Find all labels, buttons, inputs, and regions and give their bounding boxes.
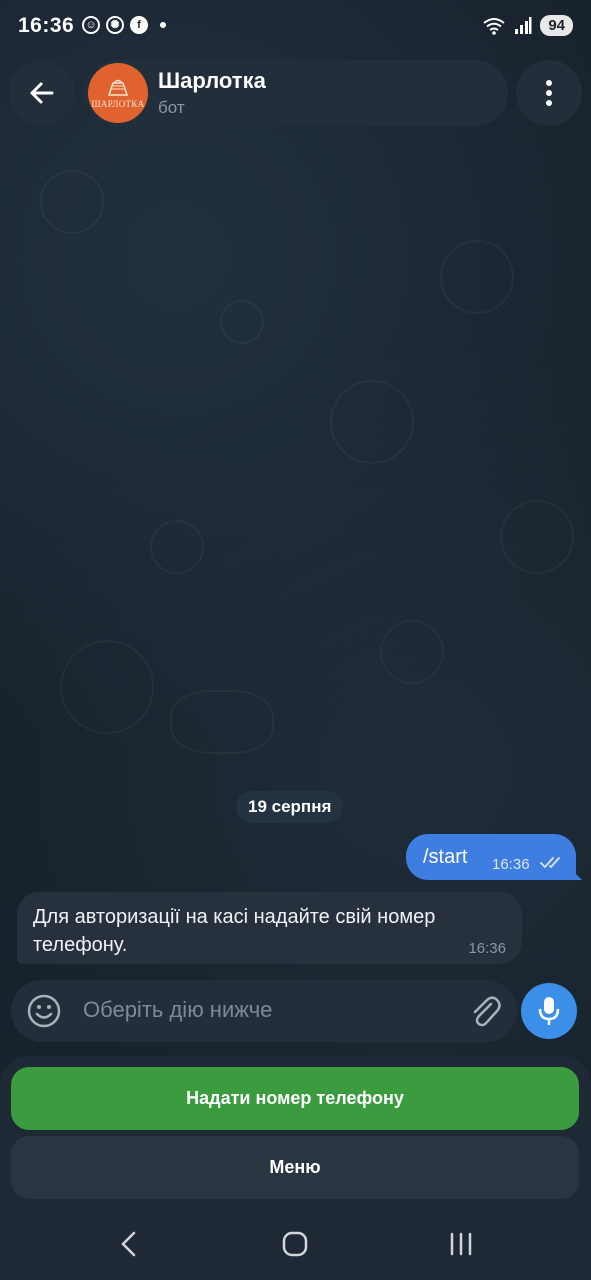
avatar-logo-text: ШАРЛОТКА — [91, 99, 145, 109]
battery-indicator: 94 — [540, 15, 573, 36]
signal-icon — [515, 16, 532, 34]
emoji-icon[interactable] — [27, 994, 61, 1028]
message-time: 16:36 — [468, 940, 506, 957]
message-input-bar[interactable]: Оберіть дію нижче — [11, 980, 517, 1042]
back-button[interactable] — [9, 60, 75, 126]
incoming-message[interactable]: Для авторизації на касі надайте свій ном… — [17, 892, 522, 964]
menu-button[interactable]: Меню — [11, 1136, 579, 1199]
more-vertical-icon — [546, 80, 552, 106]
date-separator: 19 серпня — [236, 791, 344, 823]
nav-home-icon[interactable] — [282, 1230, 308, 1258]
cake-logo-icon — [107, 79, 129, 96]
system-navigation-bar — [0, 1210, 591, 1280]
status-time: 16:36 — [18, 14, 75, 37]
facebook-icon: f — [130, 16, 148, 34]
double-check-icon — [540, 857, 560, 869]
microphone-icon — [538, 997, 560, 1025]
notification-icons: ☺ ✺ f — [82, 16, 166, 34]
voice-message-button[interactable] — [521, 983, 577, 1039]
message-time: 16:36 — [492, 856, 530, 873]
message-input[interactable]: Оберіть дію нижче — [83, 997, 272, 1023]
chat-subtitle: бот — [158, 98, 185, 117]
more-notifications-icon — [160, 22, 166, 28]
chat-title: Шарлотка — [158, 68, 266, 93]
arrow-left-icon — [30, 82, 54, 104]
message-text[interactable]: Для авторизації на касі надайте свій ном… — [33, 903, 513, 959]
chatgpt-icon: ✺ — [106, 16, 124, 34]
nav-recents-icon[interactable] — [448, 1230, 474, 1258]
paperclip-icon[interactable] — [469, 994, 501, 1028]
wifi-icon — [483, 17, 505, 35]
bot-avatar[interactable]: ШАРЛОТКА — [88, 63, 148, 123]
emoji-app-icon: ☺ — [82, 16, 100, 34]
message-text[interactable]: /start — [423, 846, 467, 869]
chat-header[interactable]: ШАРЛОТКА Шарлотка бот — [84, 60, 508, 126]
nav-back-icon[interactable] — [118, 1230, 140, 1258]
more-options-button[interactable] — [516, 60, 582, 126]
status-bar: 16:36 ☺ ✺ f 94 — [0, 0, 591, 56]
system-icons: 94 — [482, 15, 573, 36]
share-phone-button[interactable]: Надати номер телефону — [11, 1067, 579, 1130]
outgoing-message[interactable]: /start 16:36 — [406, 834, 576, 880]
